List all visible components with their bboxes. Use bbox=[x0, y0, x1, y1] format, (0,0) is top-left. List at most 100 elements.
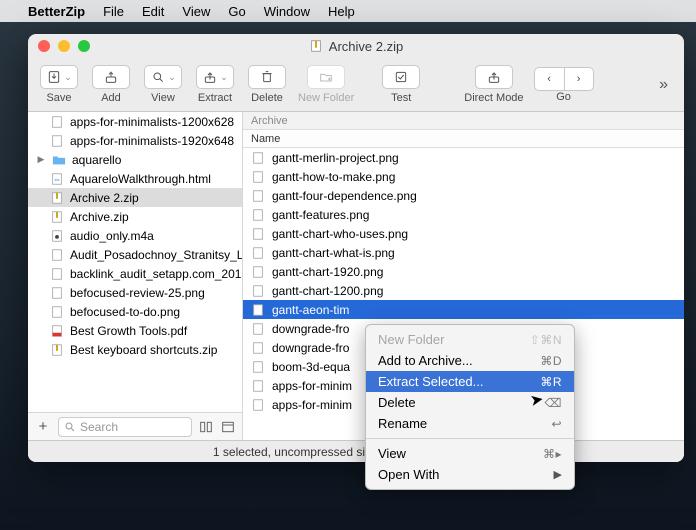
file-icon bbox=[50, 286, 64, 300]
sidebar-item[interactable]: Audit_Posadochnoy_Stranitsy_L bbox=[28, 245, 242, 264]
context-menu-label: New Folder bbox=[378, 332, 530, 347]
archive-row[interactable]: gantt-how-to-make.png bbox=[243, 167, 684, 186]
context-menu-label: Rename bbox=[378, 416, 551, 431]
app-name[interactable]: BetterZip bbox=[28, 4, 85, 19]
app-window: Archive 2.zip ⌄ Save Add ⌄ View ⌄ Extrac… bbox=[28, 34, 684, 462]
menu-window[interactable]: Window bbox=[264, 4, 310, 19]
sidebar-item-label: apps-for-minimalists-1200x628 bbox=[70, 115, 234, 129]
archive-row[interactable]: gantt-chart-1200.png bbox=[243, 281, 684, 300]
go-back-button[interactable]: ‹ bbox=[534, 67, 564, 91]
direct-mode-button[interactable]: Direct Mode bbox=[460, 63, 527, 106]
archive-row[interactable]: gantt-chart-1920.png bbox=[243, 262, 684, 281]
context-menu-shortcut: ⌘▸ bbox=[543, 447, 562, 461]
save-button[interactable]: ⌄ Save bbox=[34, 63, 84, 106]
sidebar-item[interactable]: befocused-review-25.png bbox=[28, 283, 242, 302]
archive-row-label: gantt-four-dependence.png bbox=[272, 189, 417, 203]
context-menu-item[interactable]: Add to Archive...⌘D bbox=[366, 350, 574, 371]
svg-text:<>: <> bbox=[54, 177, 60, 182]
context-menu-item: New Folder⇧⌘N bbox=[366, 329, 574, 350]
context-menu-item[interactable]: Rename↩ bbox=[366, 413, 574, 434]
sidebar-item-label: AquareloWalkthrough.html bbox=[70, 172, 211, 186]
file-icon bbox=[50, 324, 64, 338]
menu-edit[interactable]: Edit bbox=[142, 4, 164, 19]
status-bar: 1 selected, uncompressed size: 83 KB (in… bbox=[28, 440, 684, 462]
context-menu-item[interactable]: View⌘▸ bbox=[366, 443, 574, 464]
sidebar-item-label: Archive 2.zip bbox=[70, 191, 139, 205]
sidebar-item[interactable]: audio_only.m4a bbox=[28, 226, 242, 245]
macos-menubar: BetterZip File Edit View Go Window Help bbox=[0, 0, 696, 22]
sidebar-item-label: backlink_audit_setapp.com_201 bbox=[70, 267, 241, 281]
context-menu-item[interactable]: Open With▶ bbox=[366, 464, 574, 485]
file-icon bbox=[251, 322, 265, 336]
file-icon bbox=[251, 227, 265, 241]
menu-view[interactable]: View bbox=[182, 4, 210, 19]
context-menu-label: Delete bbox=[378, 395, 545, 410]
archive-row-label: gantt-chart-1920.png bbox=[272, 265, 383, 279]
menu-go[interactable]: Go bbox=[228, 4, 245, 19]
archive-row-label: downgrade-fro bbox=[272, 341, 349, 355]
archive-row-label: gantt-chart-who-uses.png bbox=[272, 227, 408, 241]
context-menu-shortcut: ⌘R bbox=[540, 375, 562, 389]
file-icon bbox=[50, 229, 64, 243]
context-menu-separator bbox=[366, 438, 574, 439]
extract-button[interactable]: ⌄ Extract bbox=[190, 63, 240, 106]
context-menu-shortcut: ⌘D bbox=[540, 354, 562, 368]
archive-row[interactable]: gantt-chart-who-uses.png bbox=[243, 224, 684, 243]
archive-row[interactable]: gantt-chart-what-is.png bbox=[243, 243, 684, 262]
column-header-name[interactable]: Name bbox=[243, 130, 684, 148]
archive-row[interactable]: gantt-merlin-project.png bbox=[243, 148, 684, 167]
window-title: Archive 2.zip bbox=[329, 39, 403, 54]
file-icon bbox=[251, 265, 265, 279]
sidebar-item[interactable]: Best Growth Tools.pdf bbox=[28, 321, 242, 340]
pathbar[interactable]: Archive bbox=[243, 112, 684, 130]
sidebar: apps-for-minimalists-1200x628 apps-for-mi… bbox=[28, 112, 243, 440]
file-icon bbox=[50, 305, 64, 319]
sidebar-item[interactable]: <> AquareloWalkthrough.html bbox=[28, 169, 242, 188]
sidebar-item[interactable]: Best keyboard shortcuts.zip bbox=[28, 340, 242, 359]
delete-button[interactable]: Delete bbox=[242, 63, 292, 106]
disclosure-triangle-icon[interactable]: ▶ bbox=[36, 154, 46, 165]
test-button[interactable]: Test bbox=[376, 63, 426, 106]
view-button[interactable]: ⌄ View bbox=[138, 63, 188, 106]
file-icon bbox=[50, 115, 64, 129]
preview-icon[interactable] bbox=[220, 419, 236, 435]
context-menu-shortcut: ⇧⌘N bbox=[530, 333, 562, 347]
menu-file[interactable]: File bbox=[103, 4, 124, 19]
sidebar-item-label: apps-for-minimalists-1920x648 bbox=[70, 134, 234, 148]
sidebar-item-label: befocused-review-25.png bbox=[70, 286, 205, 300]
titlebar: Archive 2.zip bbox=[28, 34, 684, 58]
archive-row[interactable]: gantt-four-dependence.png bbox=[243, 186, 684, 205]
archive-row[interactable]: gantt-aeon-tim bbox=[243, 300, 684, 319]
file-icon bbox=[251, 246, 265, 260]
add-location-button[interactable]: + bbox=[34, 418, 52, 435]
sidebar-item-label: Archive.zip bbox=[70, 210, 129, 224]
new-folder-button[interactable]: New Folder bbox=[294, 63, 358, 106]
context-menu-label: View bbox=[378, 446, 543, 461]
file-icon bbox=[50, 248, 64, 262]
menu-help[interactable]: Help bbox=[328, 4, 355, 19]
go-forward-button[interactable]: › bbox=[564, 67, 594, 91]
file-icon bbox=[50, 134, 64, 148]
archive-row-label: gantt-merlin-project.png bbox=[272, 151, 399, 165]
context-menu-label: Extract Selected... bbox=[378, 374, 540, 389]
archive-row[interactable]: gantt-features.png bbox=[243, 205, 684, 224]
search-input[interactable]: Search bbox=[58, 417, 192, 437]
sidebar-item[interactable]: ▶aquarello bbox=[28, 150, 242, 169]
sidebar-item[interactable]: befocused-to-do.png bbox=[28, 302, 242, 321]
archive-row-label: downgrade-fro bbox=[272, 322, 349, 336]
add-button[interactable]: Add bbox=[86, 63, 136, 106]
sidebar-item[interactable]: apps-for-minimalists-1200x628 bbox=[28, 112, 242, 131]
sidebar-item[interactable]: Archive 2.zip bbox=[28, 188, 242, 207]
file-icon bbox=[251, 284, 265, 298]
file-icon bbox=[251, 170, 265, 184]
sidebar-item[interactable]: apps-for-minimalists-1920x648 bbox=[28, 131, 242, 150]
archive-row-label: gantt-aeon-tim bbox=[272, 303, 349, 317]
context-menu-item[interactable]: Extract Selected...⌘R bbox=[366, 371, 574, 392]
sidebar-item[interactable]: Archive.zip bbox=[28, 207, 242, 226]
columns-icon[interactable] bbox=[198, 419, 214, 435]
toolbar-overflow[interactable]: » bbox=[659, 76, 678, 94]
archive-row-label: boom-3d-equa bbox=[272, 360, 350, 374]
context-menu-label: Add to Archive... bbox=[378, 353, 540, 368]
file-icon bbox=[251, 303, 265, 317]
sidebar-item[interactable]: backlink_audit_setapp.com_201 bbox=[28, 264, 242, 283]
